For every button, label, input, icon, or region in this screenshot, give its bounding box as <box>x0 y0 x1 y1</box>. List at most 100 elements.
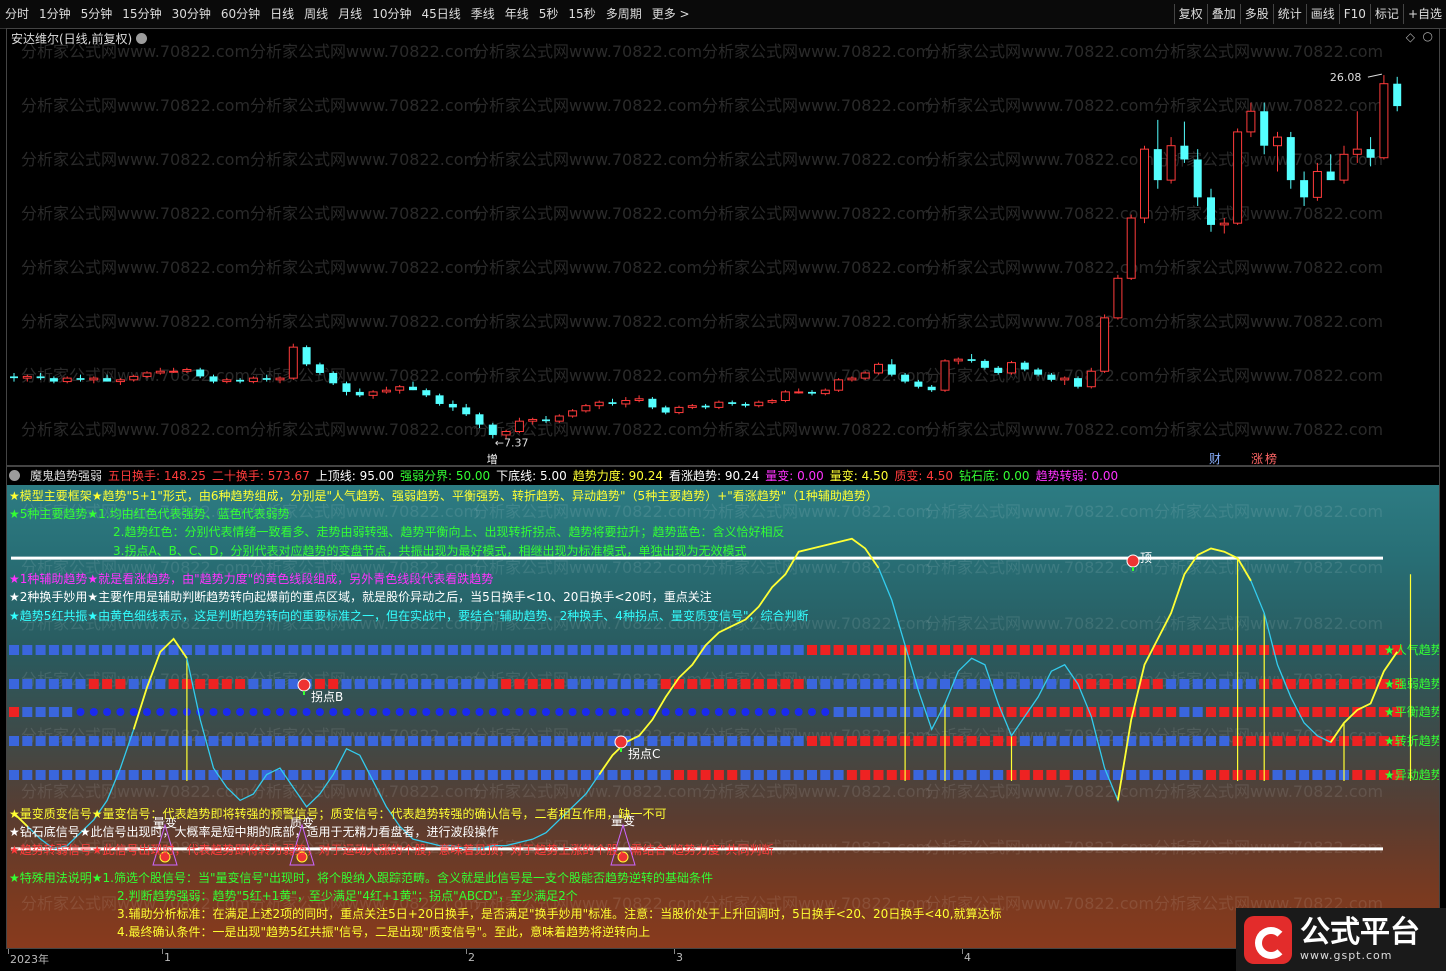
trend-square <box>1179 707 1190 717</box>
toolbar-right-item-0[interactable]: 复权 <box>1173 4 1207 24</box>
trend-square <box>288 645 299 655</box>
trend-dot <box>249 708 258 716</box>
trend-square <box>793 736 804 746</box>
price-chart[interactable]: 安达维尔(日线,前复权) 分析家公式网www.70822.com分析家公式网ww… <box>6 28 1440 466</box>
candle <box>621 397 631 408</box>
watermark-text: 分析家公式网www.70822.com分析家公式网www.70822.com <box>925 502 1383 521</box>
toolbar-item-0[interactable]: 分时 <box>0 0 34 28</box>
trend-square <box>195 736 206 746</box>
candle <box>1379 75 1389 160</box>
trend-square <box>22 645 33 655</box>
trend-square <box>846 707 857 717</box>
indicator-circle-icon[interactable] <box>9 470 20 481</box>
trend-square <box>1299 770 1310 780</box>
toolbar-item-7[interactable]: 周线 <box>299 0 333 28</box>
indicator-header-item: 趋势力度: 90.24 <box>573 469 663 483</box>
toolbar-item-14[interactable]: 15秒 <box>563 0 600 28</box>
candle <box>794 388 804 394</box>
trend-square <box>873 736 884 746</box>
trend-square <box>1152 707 1163 717</box>
toolbar-item-3[interactable]: 15分钟 <box>117 0 166 28</box>
trend-square <box>1245 770 1256 780</box>
date-tick-label: 4 <box>964 951 971 964</box>
trend-square <box>1112 645 1123 655</box>
trend-square <box>354 645 365 655</box>
bang-badge[interactable]: 榜 <box>1265 451 1277 465</box>
toolbar-right-item-3[interactable]: 统计 <box>1272 4 1306 24</box>
indicator-panel[interactable]: 分析家公式网www.70822.com分析家公式网www.70822.com 分析… <box>6 466 1440 956</box>
header-label: 量变: <box>829 469 858 483</box>
date-tick-label: 2023年 <box>10 953 49 966</box>
trend-square <box>408 645 418 655</box>
trend-square <box>301 770 312 780</box>
cai-badge[interactable]: 财 <box>1209 452 1221 465</box>
toolbar-item-2[interactable]: 5分钟 <box>76 0 118 28</box>
toolbar-item-10[interactable]: 45日线 <box>416 0 465 28</box>
note-line: ★趋势5红共振★由黄色细线表示，这是判断趋势转向的重要标准之一，但在实战中，要结… <box>9 609 809 623</box>
note-line: ★钻石底信号★此信号出现时，大概率是短中期的底部，适用于无精力看盘者，进行波段操… <box>9 825 499 839</box>
toolbar-item-15[interactable]: 多周期 <box>601 0 647 28</box>
trend-square <box>913 736 924 746</box>
candle <box>780 390 790 403</box>
toolbar-right-item-4[interactable]: 画线 <box>1305 4 1339 24</box>
trend-square <box>62 679 73 689</box>
trend-dot <box>315 708 324 716</box>
toolbar-item-9[interactable]: 10分钟 <box>367 0 416 28</box>
toolbar-right-item-1[interactable]: 叠加 <box>1206 4 1240 24</box>
candle <box>967 354 976 363</box>
watermark-text: 分析家公式网www.70822.com分析家公式网www.70822.com <box>925 96 1383 115</box>
toolbar-item-5[interactable]: 60分钟 <box>216 0 265 28</box>
trend-square <box>594 645 605 655</box>
trend-square <box>394 645 405 655</box>
trend-square <box>1352 679 1363 689</box>
trend-square <box>1073 736 1083 746</box>
trend-dot <box>555 708 564 716</box>
trend-square <box>886 645 897 655</box>
trend-square <box>820 679 831 689</box>
toolbar-item-8[interactable]: 月线 <box>333 0 367 28</box>
trend-square <box>102 736 113 746</box>
gspt-g-icon <box>1244 915 1292 964</box>
trend-square <box>753 736 764 746</box>
trend-square <box>115 736 126 746</box>
toolbar-right-item-5[interactable]: F10 <box>1338 4 1370 24</box>
trend-dot <box>768 708 777 716</box>
watermark-text: 分析家公式网www.70822.com分析家公式网www.70822.com <box>925 42 1383 61</box>
trend-dot <box>342 708 351 716</box>
trend-dot <box>143 708 151 716</box>
trend-dot <box>169 708 178 716</box>
trend-square <box>394 770 405 780</box>
trend-square <box>1046 736 1057 746</box>
trend-square <box>780 736 791 746</box>
diamond-icon[interactable]: ◇ <box>1406 30 1415 44</box>
toolbar-item-13[interactable]: 5秒 <box>534 0 564 28</box>
trend-square <box>1112 707 1123 717</box>
toolbar-right-item-6[interactable]: 标记 <box>1369 4 1403 24</box>
toolbar-item-1[interactable]: 1分钟 <box>34 0 76 28</box>
trend-dot <box>462 708 471 716</box>
trend-square <box>1059 736 1070 746</box>
trend-square <box>554 679 565 689</box>
circle-icon[interactable]: ○ <box>1423 29 1433 43</box>
toolbar-item-16[interactable]: 更多 > <box>647 0 695 28</box>
toolbar-item-11[interactable]: 季线 <box>466 0 500 28</box>
trend-square <box>993 679 1004 689</box>
candle <box>834 378 844 392</box>
trend-square <box>740 736 751 746</box>
trend-square <box>793 770 804 780</box>
toolbar-right-item-2[interactable]: 多股 <box>1239 4 1273 24</box>
trend-square <box>48 645 59 655</box>
trend-square <box>328 645 339 655</box>
trend-square <box>1192 770 1203 780</box>
toolbar-item-6[interactable]: 日线 <box>265 0 299 28</box>
trend-square <box>926 707 937 717</box>
trend-square <box>660 645 671 655</box>
toolbar-right-item-7[interactable]: +自选 <box>1402 4 1446 24</box>
zhang-badge[interactable]: 涨 <box>1251 451 1263 465</box>
header-label: 趋势转弱: <box>1035 469 1088 483</box>
toolbar-item-12[interactable]: 年线 <box>500 0 534 28</box>
candle <box>554 414 564 423</box>
watermark-text: 分析家公式网www.70822.com分析家公式网www.70822.com <box>925 258 1383 277</box>
trend-square <box>979 679 990 689</box>
toolbar-item-4[interactable]: 30分钟 <box>167 0 216 28</box>
